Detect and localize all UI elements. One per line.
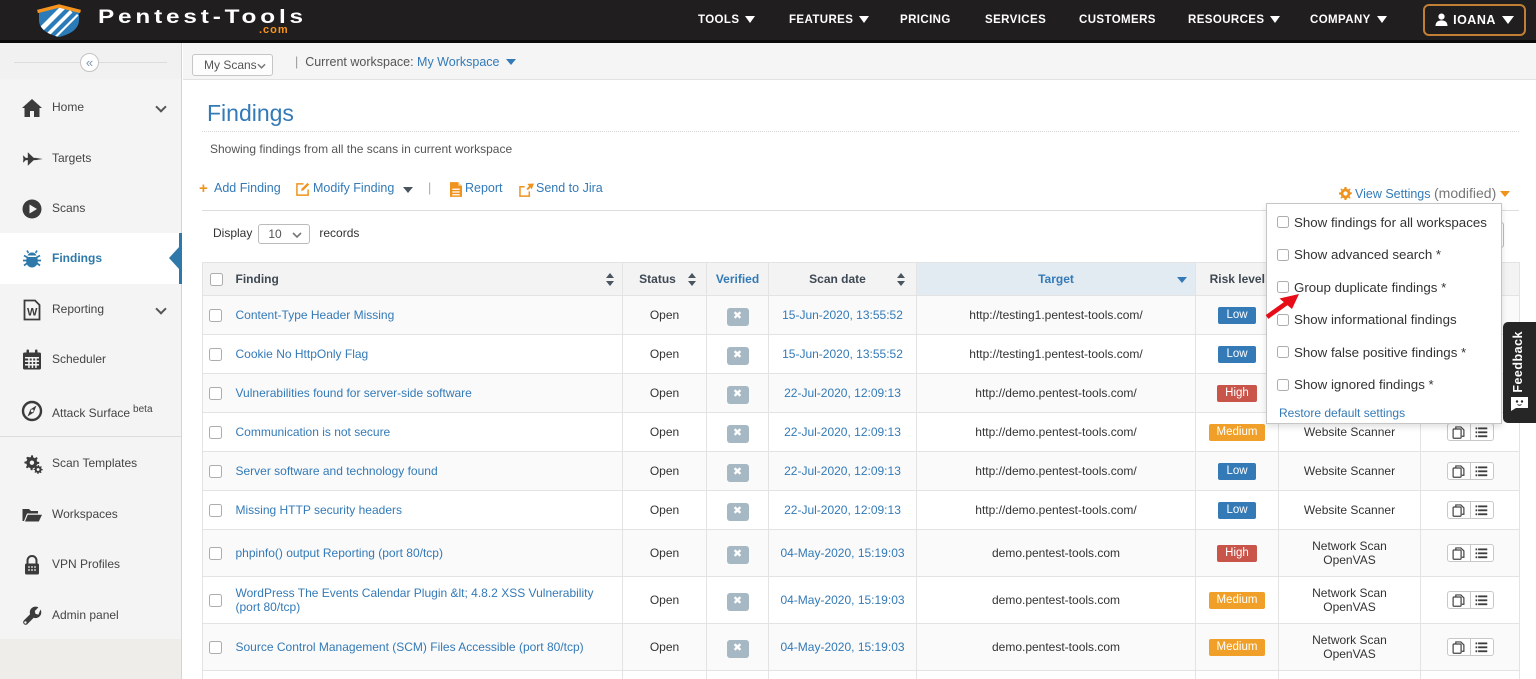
svg-text:W: W: [27, 307, 38, 319]
